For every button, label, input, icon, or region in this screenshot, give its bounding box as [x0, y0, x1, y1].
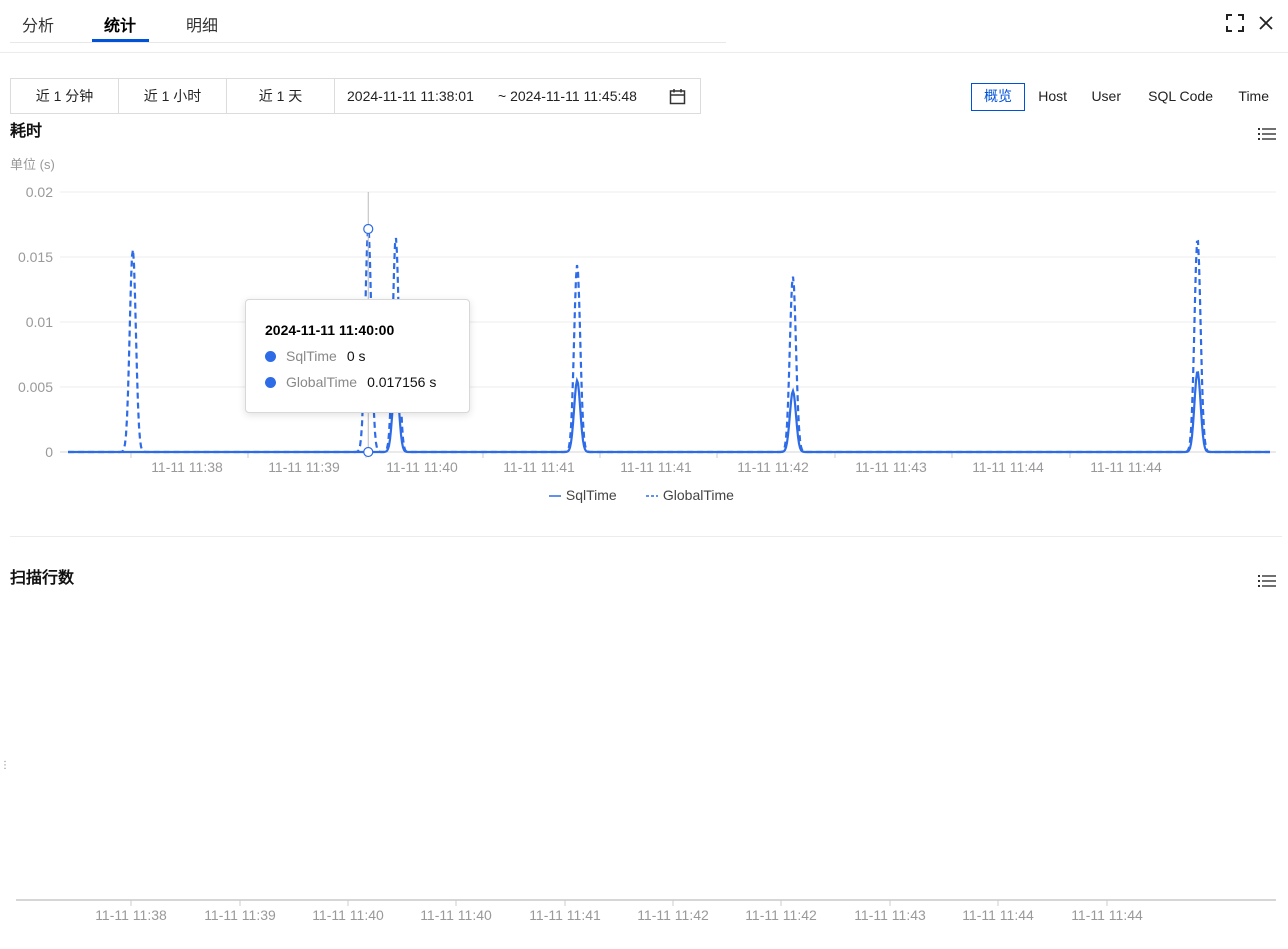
- solid-line-icon: [549, 495, 561, 497]
- legend-item-globaltime[interactable]: GlobalTime: [645, 487, 734, 503]
- x-tick-label: 11-11 11:40: [420, 907, 492, 923]
- section-divider: [10, 536, 1282, 537]
- y-tick-label: 0.01: [26, 314, 53, 330]
- series-dot-icon: [265, 351, 276, 362]
- x-tick-label: 11-11 11:40: [386, 459, 458, 475]
- time-chart[interactable]: 0.02 0.015 0.01 0.005 0 11-11 11:38 11-11 11:3…: [0, 0, 1288, 530]
- x-tick-label: 11-11 11:42: [637, 907, 709, 923]
- x-tick-label: 11-11 11:42: [737, 459, 809, 475]
- resize-handle[interactable]: ⋮: [0, 760, 10, 771]
- x-tick-label: 11-11 11:39: [204, 907, 276, 923]
- tooltip-row-globaltime: GlobalTime 0.017156 s: [265, 374, 436, 390]
- hover-point-sqltime: [363, 446, 374, 458]
- hover-point-globaltime: [363, 223, 374, 235]
- x-tick-label: 11-11 11:38: [95, 907, 167, 923]
- y-tick-label: 0.005: [18, 379, 53, 395]
- chart-tooltip: 2024-11-11 11:40:00 SqlTime 0 s GlobalTim…: [245, 299, 470, 413]
- x-tick-label: 11-11 11:44: [962, 907, 1034, 923]
- y-tick-label: 0.02: [26, 184, 53, 200]
- y-tick-label: 0.015: [18, 249, 53, 265]
- x-tick-label: 11-11 11:39: [268, 459, 340, 475]
- x-tick-label: 11-11 11:43: [855, 459, 927, 475]
- scan-rows-title: 扫描行数: [10, 570, 75, 587]
- tooltip-title: 2024-11-11 11:40:00: [265, 322, 395, 338]
- y-tick-label: 0: [45, 444, 53, 460]
- x-tick-label: 11-11 11:41: [503, 459, 575, 475]
- x-tick-label: 11-11 11:44: [1071, 907, 1143, 923]
- x-tick-label: 11-11 11:44: [1090, 459, 1162, 475]
- x-tick-label: 11-11 11:41: [620, 459, 692, 475]
- x-tick-label: 11-11 11:43: [854, 907, 926, 923]
- tooltip-row-sqltime: SqlTime 0 s: [265, 348, 366, 364]
- x-tick-label: 11-11 11:44: [972, 459, 1044, 475]
- list-icon[interactable]: [1258, 574, 1276, 588]
- x-tick-label: 11-11 11:40: [312, 907, 384, 923]
- x-tick-label: 11-11 11:42: [745, 907, 817, 923]
- series-dot-icon: [265, 377, 276, 388]
- scan-rows-chart[interactable]: 11-11 11:38 11-11 11:39 11-11 11:40 11-11 1…: [0, 880, 1288, 940]
- legend-item-sqltime[interactable]: SqlTime: [548, 487, 617, 503]
- x-tick-label: 11-11 11:38: [151, 459, 223, 475]
- x-tick-label: 11-11 11:41: [529, 907, 601, 923]
- dashed-line-icon: [646, 495, 658, 497]
